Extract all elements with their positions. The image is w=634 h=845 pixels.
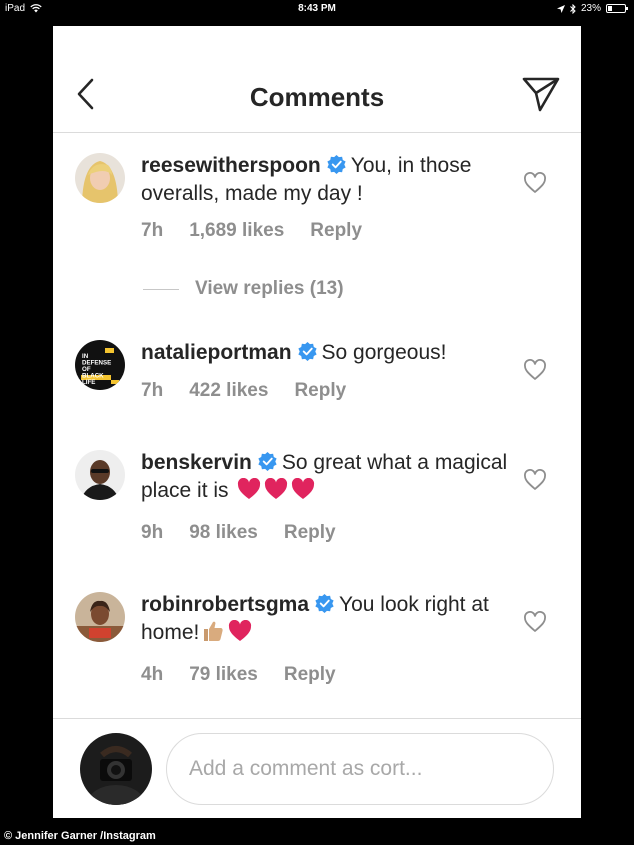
battery-fill: [608, 6, 612, 11]
avatar[interactable]: IN DEFENSE OF BLACK LIFE: [75, 340, 125, 390]
avatar-text-line: LIFE: [82, 379, 95, 386]
thumbs-up-icon: [204, 621, 223, 641]
comment-meta: 7h 1,689 likes Reply: [141, 220, 362, 242]
reply-button[interactable]: Reply: [284, 664, 336, 686]
reply-button[interactable]: Reply: [310, 220, 362, 242]
user-photo-natalieportman: IN DEFENSE OF BLACK LIFE: [75, 340, 125, 390]
comment-username[interactable]: benskervin: [141, 451, 252, 474]
reply-button[interactable]: Reply: [294, 380, 346, 402]
user-photo-benskervin: [75, 450, 125, 500]
verified-badge-icon: [258, 452, 277, 471]
verified-badge-icon: [297, 342, 317, 361]
red-heart-icon: [238, 478, 261, 499]
comment-likes[interactable]: 98 likes: [189, 522, 258, 544]
verified-badge-icon: [327, 155, 346, 174]
red-heart-icon: [229, 620, 252, 641]
battery-icon: [606, 4, 628, 13]
like-heart-icon[interactable]: [523, 172, 547, 194]
avatar[interactable]: [75, 153, 125, 203]
send-button[interactable]: [519, 74, 563, 114]
battery-percent: 23%: [580, 3, 601, 14]
comment-input[interactable]: [166, 733, 554, 805]
reply-button[interactable]: Reply: [284, 522, 336, 544]
comment-text: benskervin So great what a magical place …: [141, 449, 511, 505]
avatar[interactable]: [75, 592, 125, 642]
like-heart-icon[interactable]: [523, 469, 547, 491]
comment-username[interactable]: reesewitherspoon: [141, 154, 321, 177]
page-title: Comments: [249, 82, 385, 112]
avatar[interactable]: [75, 450, 125, 500]
like-heart-icon[interactable]: [523, 359, 547, 381]
view-replies-line: [143, 288, 179, 290]
status-bar: iPad 8:43 PM 23%: [0, 0, 634, 18]
location-arrow-icon: [556, 4, 565, 13]
comment-meta: 7h 422 likes Reply: [141, 380, 346, 402]
comment-time: 7h: [141, 380, 164, 401]
current-user-avatar: [80, 733, 152, 805]
composer-divider: [53, 718, 581, 719]
paper-plane-icon: [522, 77, 560, 112]
verified-badge-icon: [315, 594, 334, 613]
view-replies-label: View replies (13): [195, 278, 344, 299]
app-screen: Comments reesewitherspoon You, in those o…: [53, 26, 581, 818]
comment-time: 9h: [141, 522, 164, 543]
user-photo-reesewitherspoon: [75, 153, 125, 203]
status-time: 8:43 PM: [298, 3, 336, 14]
comment-meta: 9h 98 likes Reply: [141, 522, 336, 544]
comment-meta: 4h 79 likes Reply: [141, 664, 336, 686]
comment-username[interactable]: robinrobertsgma: [141, 593, 309, 616]
comment-time: 7h: [141, 220, 164, 241]
comment-likes[interactable]: 422 likes: [189, 380, 268, 402]
bluetooth-icon: [570, 3, 576, 14]
comment-username[interactable]: natalieportman: [141, 341, 292, 364]
comment-time: 4h: [141, 664, 164, 685]
header-bar: Comments: [53, 26, 581, 133]
red-heart-icon: [265, 478, 288, 499]
comment-text: robinrobertsgma You look right at home!: [141, 591, 511, 647]
user-photo-robinrobertsgma: [75, 592, 125, 642]
view-replies-button[interactable]: View replies (13): [143, 278, 344, 300]
comment-text: natalieportman So gorgeous!: [141, 339, 511, 367]
user-photo-current: [80, 733, 152, 805]
like-heart-icon[interactable]: [523, 611, 547, 633]
comment-body: So gorgeous!: [321, 341, 447, 364]
red-heart-icon: [292, 478, 315, 499]
comment-text: reesewitherspoon You, in those overalls, …: [141, 152, 511, 208]
photo-credit: © Jennifer Garner /Instagram: [4, 830, 156, 842]
status-right: 23%: [556, 3, 628, 14]
comment-likes[interactable]: 79 likes: [189, 664, 258, 686]
comment-likes[interactable]: 1,689 likes: [189, 220, 284, 242]
